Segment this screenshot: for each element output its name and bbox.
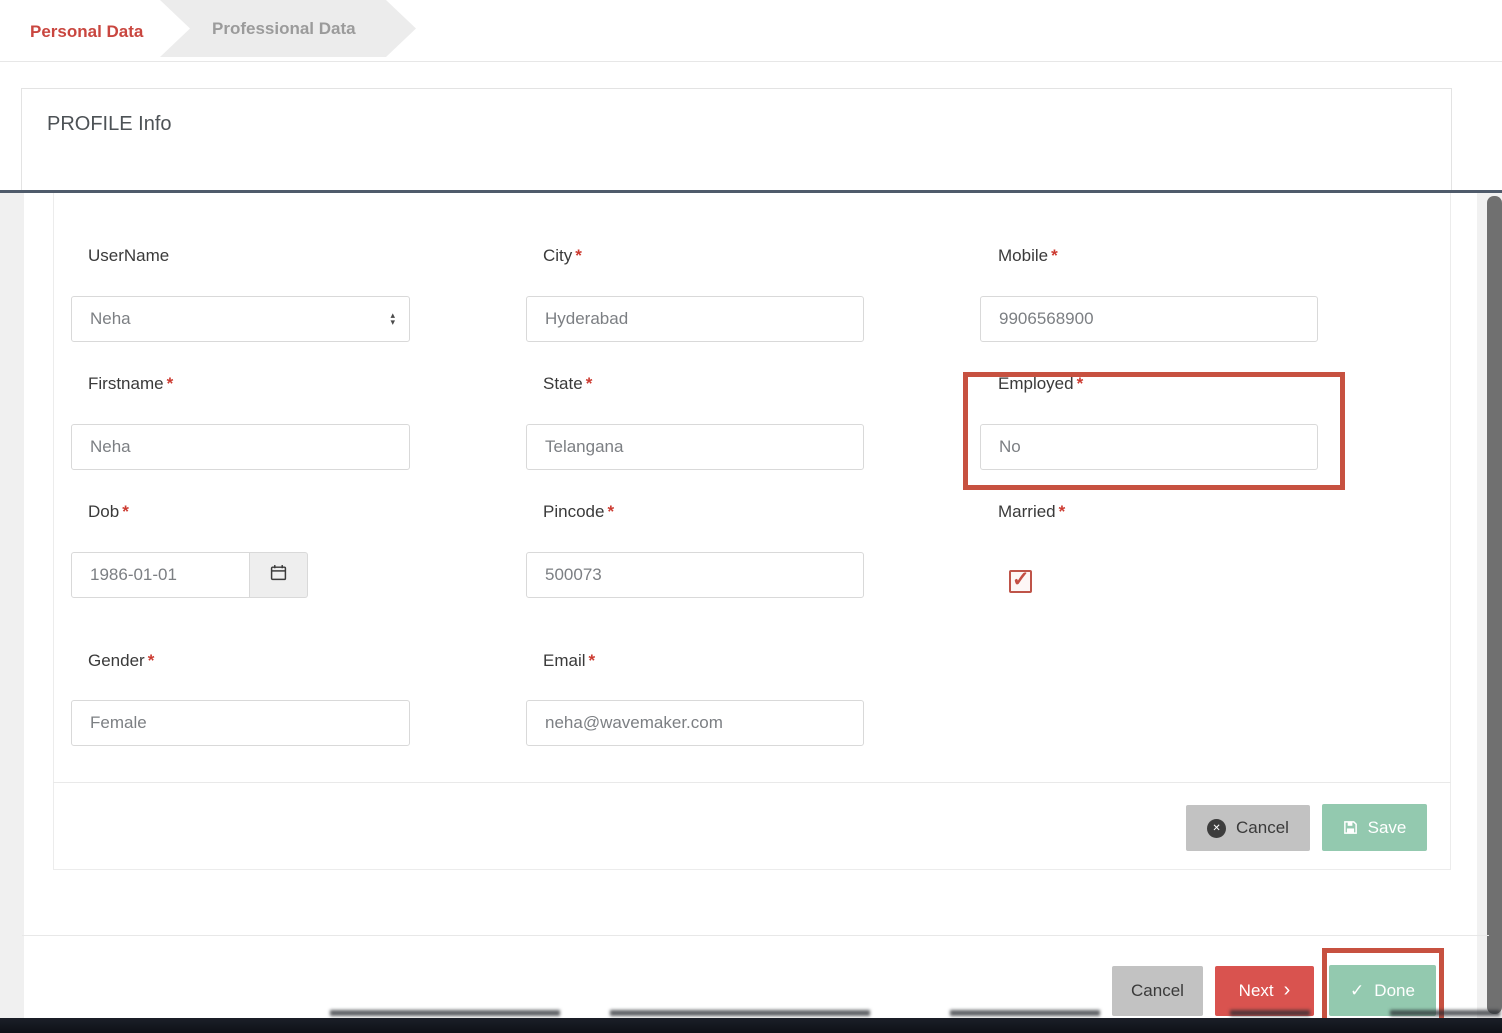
page-title: PROFILE Info xyxy=(47,113,172,136)
cancel-circle-icon: ✕ xyxy=(1207,819,1226,838)
email-label: Email* xyxy=(543,651,595,671)
firstname-label: Firstname* xyxy=(88,374,173,394)
gender-input[interactable] xyxy=(71,700,410,746)
scrollbar-thumb[interactable] xyxy=(1487,196,1502,1014)
form-footer-divider xyxy=(53,782,1451,783)
select-arrows-icon: ▴▾ xyxy=(390,312,395,326)
check-icon: ✓ xyxy=(1350,981,1364,1001)
tab-professional-data-label: Professional Data xyxy=(212,19,356,39)
profile-form-panel xyxy=(53,193,1451,870)
married-label: Married* xyxy=(998,502,1065,522)
pincode-label: Pincode* xyxy=(543,502,614,522)
username-label: UserName xyxy=(88,246,172,266)
state-input[interactable] xyxy=(526,424,864,470)
dob-calendar-button[interactable] xyxy=(250,552,308,598)
save-icon xyxy=(1343,820,1358,835)
calendar-icon xyxy=(270,564,287,586)
tab-professional-data[interactable]: Professional Data xyxy=(160,0,416,57)
bottom-taskbar xyxy=(0,1018,1502,1033)
pincode-input[interactable] xyxy=(526,552,864,598)
form-cancel-button[interactable]: ✕ Cancel xyxy=(1186,805,1310,851)
firstname-input[interactable] xyxy=(71,424,410,470)
page-gutter xyxy=(0,193,24,1018)
form-save-button[interactable]: Save xyxy=(1322,804,1427,851)
tab-personal-data[interactable]: Personal Data xyxy=(30,22,143,42)
username-select-value: Neha xyxy=(90,309,131,329)
email-input[interactable] xyxy=(526,700,864,746)
married-checkbox[interactable]: ✓ xyxy=(1009,570,1032,593)
dob-date-group xyxy=(71,552,308,598)
city-label: City* xyxy=(543,246,582,266)
username-select[interactable]: Neha ▴▾ xyxy=(71,296,410,342)
checkmark-icon: ✓ xyxy=(1012,567,1030,592)
gender-label: Gender* xyxy=(88,651,154,671)
mobile-label: Mobile* xyxy=(998,246,1058,266)
employed-input[interactable] xyxy=(980,424,1318,470)
city-input[interactable] xyxy=(526,296,864,342)
employed-label: Employed* xyxy=(998,374,1083,394)
dob-label: Dob* xyxy=(88,502,129,522)
dob-input[interactable] xyxy=(71,552,250,598)
profile-card xyxy=(21,88,1452,191)
footer-divider xyxy=(22,935,1489,936)
mobile-input[interactable] xyxy=(980,296,1318,342)
state-label: State* xyxy=(543,374,592,394)
wizard-header: Personal Data Professional Data xyxy=(0,0,1502,62)
blurred-background-content xyxy=(300,1008,1400,1018)
